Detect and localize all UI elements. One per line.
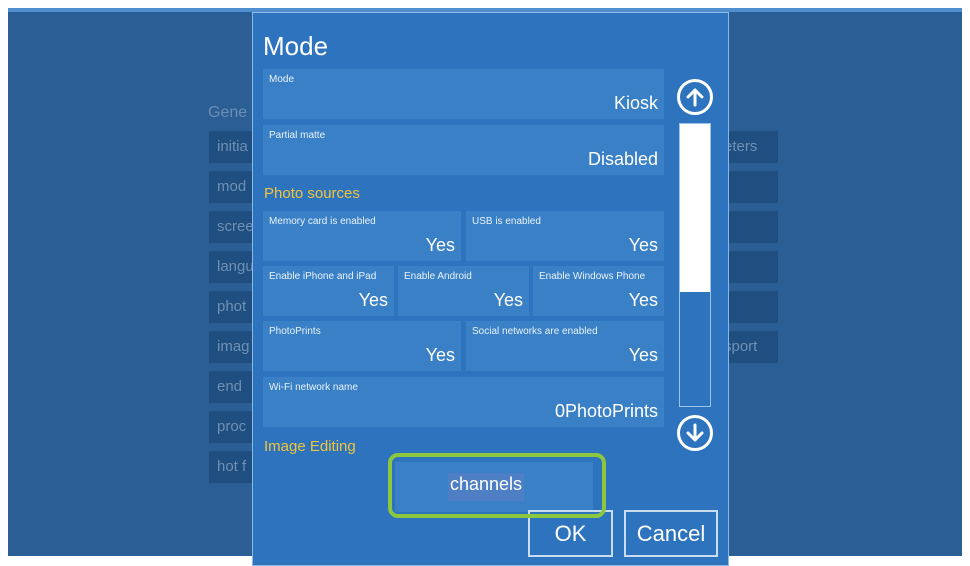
windows-phone-field[interactable]: Enable Windows Phone Yes: [533, 266, 664, 316]
memory-card-label: Memory card is enabled: [269, 216, 376, 227]
mode-field-label: Mode: [269, 74, 295, 85]
social-networks-field[interactable]: Social networks are enabled Yes: [466, 321, 664, 371]
android-label: Enable Android: [404, 271, 472, 282]
social-networks-label: Social networks are enabled: [472, 326, 598, 337]
usb-label: USB is enabled: [472, 216, 541, 227]
photo-sources-header: Photo sources: [264, 185, 360, 202]
usb-field[interactable]: USB is enabled Yes: [466, 211, 664, 261]
usb-value: Yes: [628, 235, 658, 255]
image-editing-header: Image Editing: [264, 438, 356, 455]
photoprints-label: PhotoPrints: [269, 326, 321, 337]
dialog-title: Mode: [263, 31, 329, 61]
mode-field-value: Kiosk: [613, 93, 658, 113]
background-section-title: Gene: [208, 104, 248, 121]
memory-card-value: Yes: [425, 235, 455, 255]
partial-matte-label: Partial matte: [269, 130, 326, 141]
scroll-up-button[interactable]: [677, 79, 713, 115]
cancel-button[interactable]: Cancel: [624, 510, 718, 557]
arrow-up-icon: [686, 88, 704, 107]
wifi-name-value: 0PhotoPrints: [554, 401, 658, 421]
windows-phone-value: Yes: [628, 290, 658, 310]
wifi-name-field[interactable]: Wi-Fi network name 0PhotoPrints: [263, 377, 664, 427]
social-networks-value: Yes: [628, 345, 658, 365]
memory-card-field[interactable]: Memory card is enabled Yes: [263, 211, 461, 261]
scrollbar-track[interactable]: [679, 123, 711, 407]
partial-matte-field[interactable]: Partial matte Disabled: [263, 125, 664, 175]
iphone-field[interactable]: Enable iPhone and iPad Yes: [263, 266, 394, 316]
photoprints-field[interactable]: PhotoPrints Yes: [263, 321, 461, 371]
iphone-value: Yes: [358, 290, 388, 310]
android-field[interactable]: Enable Android Yes: [398, 266, 529, 316]
partial-matte-value: Disabled: [587, 149, 658, 169]
windows-phone-label: Enable Windows Phone: [539, 271, 646, 282]
photoprints-value: Yes: [425, 345, 455, 365]
mode-field[interactable]: Mode Kiosk: [263, 69, 664, 119]
wifi-name-label: Wi-Fi network name: [269, 382, 358, 393]
channels-highlight-outline: [388, 453, 606, 518]
scroll-down-button[interactable]: [677, 415, 713, 451]
scrollbar-thumb[interactable]: [680, 124, 710, 292]
arrow-down-icon: [686, 423, 704, 442]
android-value: Yes: [493, 290, 523, 310]
iphone-label: Enable iPhone and iPad: [269, 271, 377, 282]
